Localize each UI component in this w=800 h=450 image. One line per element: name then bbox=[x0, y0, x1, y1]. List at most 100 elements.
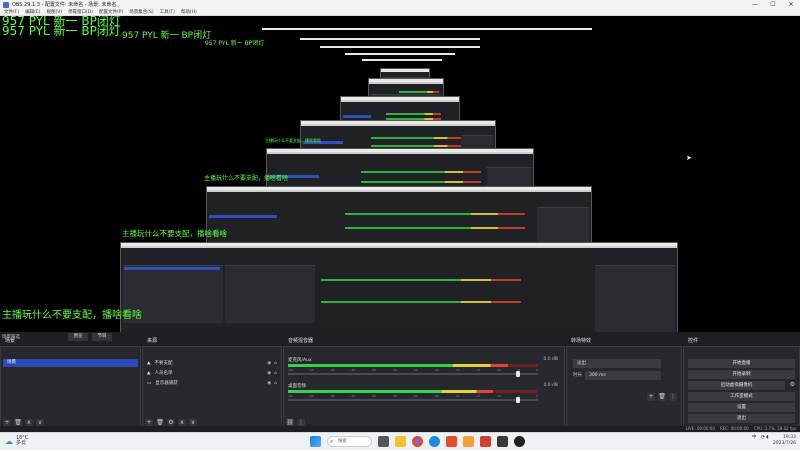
eye-icon[interactable]: ◉ bbox=[267, 379, 271, 388]
app-icon[interactable] bbox=[463, 436, 474, 447]
language-indicator[interactable]: 中 bbox=[752, 435, 757, 440]
recursive-titlebar-strip bbox=[345, 53, 455, 55]
overlay-streamer-text: 主播玩什么不要支配，播啥看啥 bbox=[122, 229, 227, 238]
meter-scale-tick: -10 bbox=[496, 368, 502, 372]
meter-scale-tick: -35 bbox=[392, 394, 398, 398]
volume-slider-handle[interactable] bbox=[516, 371, 520, 377]
image-icon: ▲ bbox=[147, 371, 151, 376]
transition-menu-icon[interactable]: ⋮ bbox=[669, 393, 677, 401]
weather-desc: 多云 bbox=[16, 440, 27, 446]
mixer-channel: 麦克风/Aux 0.0 dB -60 -55 -50 -45 -40 -35 -30 -25 -… bbox=[288, 357, 560, 379]
channel-db: 0.0 dB bbox=[543, 357, 558, 362]
menu-tools[interactable]: 工具(T) bbox=[160, 9, 175, 15]
source-name: 显示器捕获 bbox=[155, 381, 178, 386]
eye-icon[interactable]: ◉ bbox=[267, 369, 271, 378]
volume-slider[interactable] bbox=[288, 397, 538, 403]
menu-profile[interactable]: 配置文件(P) bbox=[99, 9, 123, 15]
cpu-fps: CPU: 3.7%, 59.02 fps bbox=[753, 426, 796, 431]
volume-slider-handle[interactable] bbox=[516, 397, 520, 403]
transitions-panel: 转场特效 淡出 时长 300 ms + 🗑 ⋮ bbox=[566, 338, 682, 430]
controls-panel: 控件 开始直播 开始录制 启动虚拟摄像机 ⚙ 工作室模式 设置 退出 bbox=[683, 338, 800, 430]
virtual-camera-button[interactable]: 启动虚拟摄像机 bbox=[688, 381, 785, 390]
exit-button[interactable]: 退出 bbox=[688, 414, 795, 423]
app-icon[interactable] bbox=[446, 436, 457, 447]
preview-mode-button[interactable]: 预览 bbox=[68, 333, 88, 341]
volume-slider[interactable] bbox=[288, 371, 538, 377]
meter-scale: -60 -55 -50 -45 -40 -35 -30 -25 -20 -15 -10 -5 0 bbox=[288, 368, 538, 372]
source-item[interactable]: ▭ 显示器捕获 ◉ ⌂ bbox=[147, 379, 277, 388]
edge-icon[interactable] bbox=[429, 436, 440, 447]
meter-scale-tick: -55 bbox=[308, 394, 314, 398]
channel-name: 麦克风/Aux bbox=[288, 358, 312, 363]
menu-scene-collection[interactable]: 场景集合(S) bbox=[129, 9, 153, 15]
chrome-icon[interactable] bbox=[412, 436, 423, 447]
virtual-camera-settings-icon[interactable]: ⚙ bbox=[790, 381, 795, 388]
start-streaming-button[interactable]: 开始直播 bbox=[688, 359, 795, 368]
add-transition-icon[interactable]: + bbox=[647, 393, 655, 401]
meter-scale-tick: -40 bbox=[371, 368, 377, 372]
meter-scale-tick: -60 bbox=[288, 394, 293, 398]
meter-scale-tick: -60 bbox=[288, 368, 293, 372]
monitor-icon: ▭ bbox=[147, 381, 152, 386]
settings-button[interactable]: 设置 bbox=[688, 403, 795, 412]
meter-scale-tick: -40 bbox=[371, 394, 377, 398]
volume-icon[interactable]: ◖ bbox=[766, 435, 768, 440]
maximize-button[interactable]: ☐ bbox=[764, 0, 782, 9]
remove-transition-icon[interactable]: 🗑 bbox=[658, 393, 666, 401]
overlay-title: 957 PYL 新一 BP闭灯 bbox=[2, 24, 121, 38]
system-tray[interactable]: 中 ◔ ◖ 19:33 2023/7/26 bbox=[752, 435, 796, 447]
controls-title: 控件 bbox=[688, 337, 699, 344]
start-recording-button[interactable]: 开始录制 bbox=[688, 370, 795, 379]
menu-file[interactable]: 文件(F) bbox=[4, 9, 19, 15]
meter-scale-tick: -45 bbox=[350, 368, 356, 372]
taskbar-search[interactable]: 搜索 bbox=[327, 436, 372, 447]
docks-area: 场景筛选 预览 节目 场景 场景 + 🗑 ∧ ∨ 来源 ▲ 不要支配 ◉ ⌂ ▲ … bbox=[0, 332, 800, 430]
close-button[interactable]: ✕ bbox=[782, 0, 800, 9]
scenes-panel: 场景 场景 + 🗑 ∧ ∨ bbox=[0, 338, 141, 430]
program-mode-button[interactable]: 节目 bbox=[92, 333, 112, 341]
obs-app-icon bbox=[3, 1, 9, 8]
app-icon[interactable] bbox=[497, 436, 508, 447]
task-view-icon[interactable] bbox=[378, 436, 389, 447]
recursive-titlebar-strip bbox=[262, 28, 592, 30]
duration-input[interactable]: 300 ms bbox=[585, 371, 661, 380]
obs-taskbar-icon[interactable] bbox=[514, 436, 525, 447]
menu-bar: 文件(F) 编辑(E) 视图(V) 停靠窗口(D) 配置文件(P) 场景集合(S… bbox=[0, 9, 800, 16]
lock-icon[interactable]: ⌂ bbox=[274, 369, 277, 378]
overlay-title-recursive: 957 PYL 新一 BP闭灯 bbox=[122, 31, 212, 41]
windows-taskbar: ☁ 18°C 多云 搜索 中 ◔ ◖ 19:33 2023/7/26 bbox=[0, 432, 800, 450]
menu-docks[interactable]: 停靠窗口(D) bbox=[68, 9, 93, 15]
window-title: OBS 29.1.3 - 配置文件: 未命名 - 场景: 未命名 bbox=[12, 2, 117, 8]
meter-scale-tick: 0 bbox=[536, 394, 538, 398]
transition-type-select[interactable]: 淡出 bbox=[573, 359, 661, 368]
menu-help[interactable]: 帮助(H) bbox=[181, 9, 197, 15]
windows-start-icon[interactable] bbox=[310, 436, 321, 447]
wifi-icon[interactable]: ◔ bbox=[761, 435, 765, 440]
lock-icon[interactable]: ⌂ bbox=[274, 359, 277, 368]
source-item[interactable]: ▲ 人员名单 ◉ ⌂ bbox=[147, 369, 277, 378]
mouse-cursor-icon: ➤ bbox=[686, 154, 692, 162]
meter-scale-tick: -20 bbox=[454, 394, 460, 398]
window-titlebar: OBS 29.1.3 - 配置文件: 未命名 - 场景: 未命名 — ☐ ✕ bbox=[0, 0, 800, 9]
sources-title: 来源 bbox=[147, 337, 158, 344]
transitions-header: 转场特效 bbox=[567, 333, 591, 347]
app-icon[interactable] bbox=[480, 436, 491, 447]
meter-scale-tick: -25 bbox=[433, 368, 439, 372]
minimize-button[interactable]: — bbox=[746, 0, 764, 9]
scenes-header: 场景 bbox=[1, 333, 15, 347]
mixer-title: 音频混音器 bbox=[288, 337, 314, 344]
scene-item[interactable]: 场景 bbox=[3, 359, 138, 367]
overlay-streamer-text: 主播玩什么不要支配，播啥看啥 bbox=[265, 138, 321, 143]
preview-canvas[interactable]: 957 PYL 新一 BP闭灯 957 PYL 新一 BP闭灯 957 PYL … bbox=[0, 16, 800, 332]
meter-scale-tick: -50 bbox=[329, 394, 335, 398]
menu-edit[interactable]: 编辑(E) bbox=[25, 9, 40, 15]
lock-icon[interactable]: ⌂ bbox=[274, 379, 277, 388]
eye-icon[interactable]: ◉ bbox=[267, 359, 271, 368]
studio-mode-button[interactable]: 工作室模式 bbox=[688, 392, 795, 401]
weather-widget[interactable]: ☁ 18°C 多云 bbox=[5, 436, 28, 446]
file-explorer-icon[interactable] bbox=[395, 436, 406, 447]
channel-name: 桌面音频 bbox=[288, 384, 306, 389]
menu-view[interactable]: 视图(V) bbox=[46, 9, 62, 15]
source-item[interactable]: ▲ 不要支配 ◉ ⌂ bbox=[147, 359, 277, 368]
overlay-streamer-text: 主播玩什么不要支配，播啥看啥 bbox=[2, 310, 142, 321]
